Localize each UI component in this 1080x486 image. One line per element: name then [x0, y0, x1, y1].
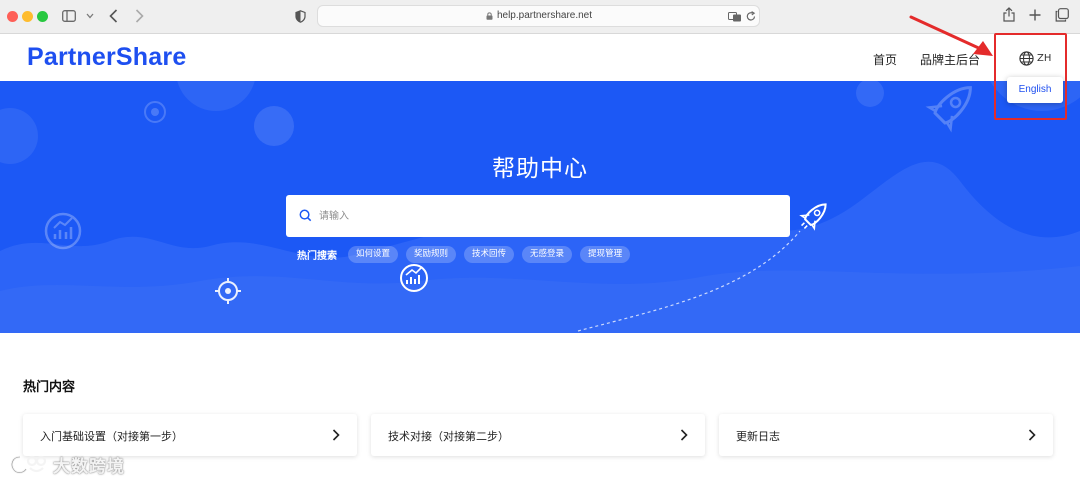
nav-home-link[interactable]: 首页: [873, 51, 897, 68]
new-tab-icon[interactable]: [1029, 9, 1041, 21]
tab-overview-icon[interactable]: [1055, 8, 1069, 22]
hot-content-card[interactable]: 技术对接（对接第二步）: [371, 414, 705, 456]
hero-title: 帮助中心: [492, 156, 588, 182]
hot-content-card[interactable]: 入门基础设置（对接第一步）: [23, 414, 357, 456]
card-label: 更新日志: [736, 430, 780, 443]
annotation-arrow: [909, 15, 993, 56]
hot-content-title: 热门内容: [23, 380, 76, 395]
chevron-right-icon: [1028, 429, 1036, 441]
share-icon[interactable]: [1003, 7, 1015, 22]
privacy-shield-icon[interactable]: [295, 10, 306, 23]
translate-icon[interactable]: [728, 12, 742, 22]
hot-search-tag[interactable]: 技术回传: [464, 246, 515, 263]
forward-icon[interactable]: [135, 9, 144, 23]
chevron-right-icon: [680, 429, 688, 441]
hot-search-tag[interactable]: 奖励规则: [406, 246, 457, 263]
hot-search-tag[interactable]: 提现管理: [580, 246, 631, 263]
watermark-logo-icon: [10, 455, 47, 474]
hot-search-tag[interactable]: 如何设置: [348, 246, 399, 263]
search-box[interactable]: [286, 195, 790, 237]
chevron-down-icon[interactable]: [86, 13, 94, 19]
hot-content-card[interactable]: 更新日志: [719, 414, 1053, 456]
faded-rocket-icon: [925, 86, 972, 133]
screen: help.partnershare.net PartnerShare 首页 品牌…: [0, 0, 1080, 486]
zoom-window-button[interactable]: [37, 11, 48, 22]
search-icon[interactable]: [299, 209, 312, 222]
close-window-button[interactable]: [7, 11, 18, 22]
card-label: 入门基础设置（对接第一步）: [40, 430, 183, 443]
url-text: help.partnershare.net: [496, 10, 593, 21]
watermark: 大数跨境: [8, 452, 125, 477]
sidebar-icon[interactable]: [62, 10, 76, 22]
hero-banner: 帮助中心 热门搜索 如何设置 奖励规则 技术回传 无感登录 提现管理: [0, 81, 1080, 333]
hot-search-label: 热门搜索: [297, 251, 337, 262]
watermark-text: 大数跨境: [53, 457, 125, 477]
address-bar[interactable]: help.partnershare.net: [317, 5, 760, 27]
chevron-right-icon: [332, 429, 340, 441]
card-label: 技术对接（对接第二步）: [388, 430, 509, 443]
faded-growth-chart-icon: [44, 212, 82, 250]
annotation-highlight-box: [994, 33, 1067, 120]
reload-icon[interactable]: [746, 11, 756, 22]
minimize-window-button[interactable]: [22, 11, 33, 22]
hot-search-tag[interactable]: 无感登录: [522, 246, 573, 263]
back-icon[interactable]: [109, 9, 118, 23]
search-input[interactable]: [319, 207, 759, 225]
hot-search-tags: 如何设置 奖励规则 技术回传 无感登录 提现管理: [348, 246, 631, 263]
partnershare-logo[interactable]: PartnerShare: [27, 43, 186, 72]
